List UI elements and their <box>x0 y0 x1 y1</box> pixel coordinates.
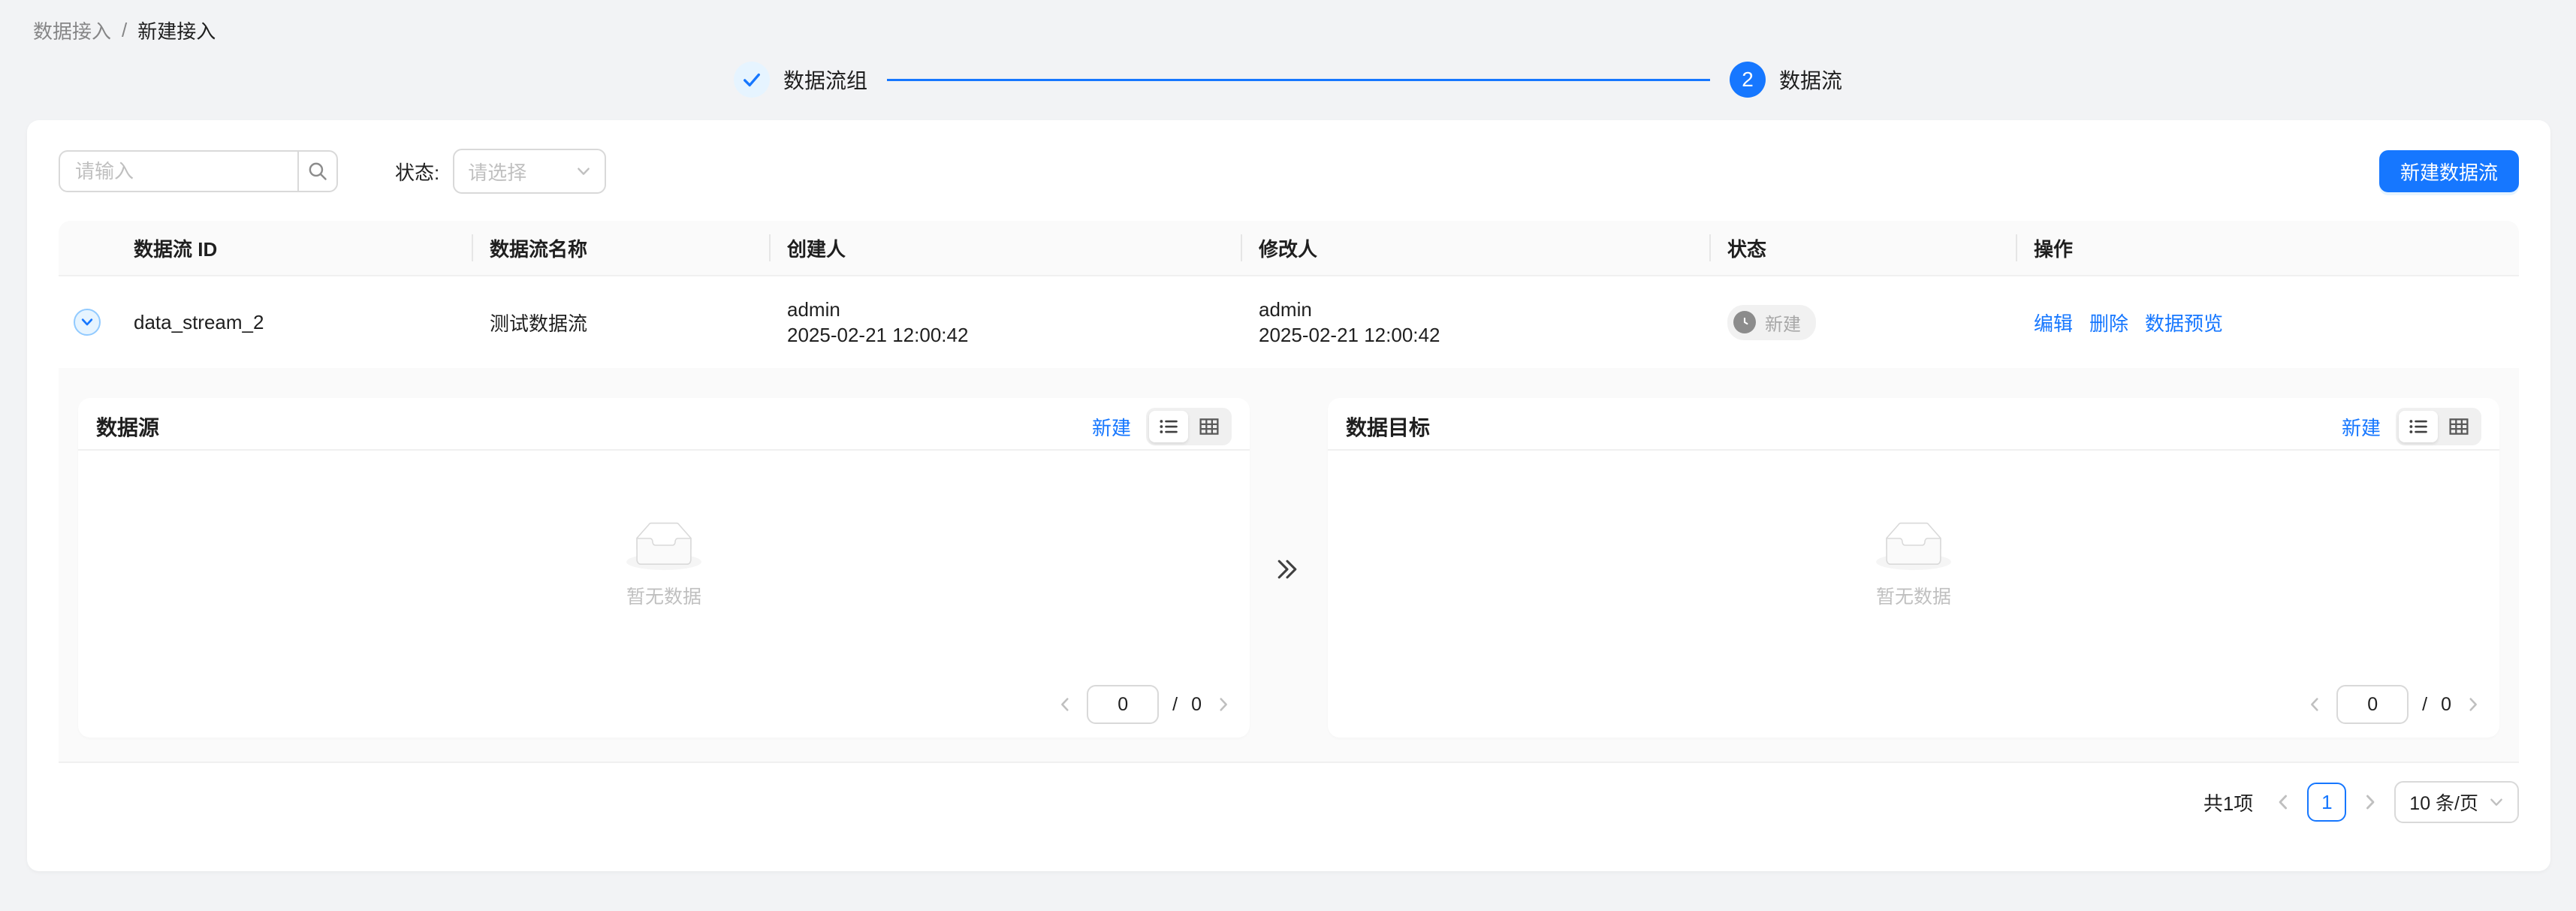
pagination-prev-button[interactable] <box>2274 793 2292 811</box>
step-label: 数据流 <box>1778 69 1842 92</box>
status-select-placeholder: 请选择 <box>468 161 527 184</box>
new-source-link[interactable]: 新建 <box>1092 413 1131 441</box>
chevron-down-icon <box>578 167 590 175</box>
table-row: data_stream_2 测试数据流 admin 2025-02-21 12:… <box>59 276 2519 368</box>
column-header-actions: 操作 <box>2016 234 2519 262</box>
search-input[interactable] <box>59 150 297 192</box>
creator-name: admin <box>787 298 840 321</box>
view-toggle <box>2396 408 2481 445</box>
edit-link[interactable]: 编辑 <box>2034 309 2073 336</box>
panel-title: 数据源 <box>96 416 160 439</box>
datastream-table: 数据流 ID 数据流名称 创建人 修改人 状态 操作 data_stream_2… <box>59 221 2519 763</box>
column-header-creator: 创建人 <box>769 234 1241 262</box>
page-separator: / <box>1172 693 1178 715</box>
grid-view-icon[interactable] <box>1190 411 1229 442</box>
page-total: 0 <box>2441 693 2451 715</box>
chevron-right-icon <box>1220 698 1227 711</box>
column-header-id: 数据流 ID <box>134 237 218 261</box>
step-dataflow[interactable]: 2 数据流 <box>1729 62 1842 98</box>
page-number-input[interactable] <box>2336 685 2409 724</box>
data-target-panel: 数据目标 新建 暂无数据 0 / 0 <box>1328 398 2499 738</box>
clock-icon <box>1733 311 1756 333</box>
check-icon <box>734 62 770 98</box>
prev-page-button[interactable] <box>1057 696 1073 713</box>
column-header-status: 状态 <box>1709 234 2016 262</box>
delete-link[interactable]: 删除 <box>2089 309 2128 336</box>
created-timestamp: 2025-02-21 12:00:42 <box>787 324 969 346</box>
page-separator: / <box>2422 693 2428 715</box>
main-card: 状态: 请选择 新建数据流 数据流 ID 数据流名称 创建人 修改人 状态 操作 <box>27 120 2550 871</box>
cell-stream-id: data_stream_2 <box>134 310 264 333</box>
chevron-down-icon <box>2490 798 2502 806</box>
step-label: 数据流组 <box>783 69 868 92</box>
target-pagination: / 0 <box>1328 680 2499 738</box>
breadcrumb-parent[interactable]: 数据接入 <box>33 17 111 44</box>
column-header-name: 数据流名称 <box>472 234 769 262</box>
steps-wizard: 数据流组 2 数据流 <box>734 62 1842 98</box>
status-select[interactable]: 请选择 <box>453 149 607 194</box>
status-badge: 新建 <box>1727 304 1816 340</box>
modifier-name: admin <box>1259 298 1312 321</box>
step-connector-line <box>887 78 1710 81</box>
search-group <box>59 150 338 192</box>
grid-view-icon[interactable] <box>2439 411 2478 442</box>
data-preview-link[interactable]: 数据预览 <box>2145 309 2223 336</box>
data-source-panel: 数据源 新建 暂无数据 0 / 0 <box>78 398 1250 738</box>
source-empty-state: 暂无数据 <box>78 451 1250 680</box>
table-header-row: 数据流 ID 数据流名称 创建人 修改人 状态 操作 <box>59 221 2519 276</box>
column-header-modifier: 修改人 <box>1241 234 1709 262</box>
next-page-button[interactable] <box>2465 696 2481 713</box>
double-chevron-right-icon <box>1269 551 1305 587</box>
empty-text: 暂无数据 <box>1875 587 1951 608</box>
list-view-icon[interactable] <box>1149 411 1188 442</box>
chevron-left-icon <box>1061 698 1069 711</box>
expanded-row-area: 数据源 新建 暂无数据 0 / 0 数据目标 新建 暂无数据 0 / 0 <box>59 368 2519 763</box>
pagination-next-button[interactable] <box>2361 793 2379 811</box>
view-toggle <box>1146 408 1232 445</box>
search-button[interactable] <box>297 150 338 192</box>
chevron-right-icon <box>2469 698 2477 711</box>
breadcrumb-separator: / <box>122 19 128 41</box>
step-dataflow-group[interactable]: 数据流组 <box>734 62 867 98</box>
step-number-badge: 2 <box>1729 62 1766 98</box>
list-view-icon[interactable] <box>2399 411 2438 442</box>
chevron-down-icon <box>81 318 93 326</box>
page-size-value: 10 条/页 <box>2409 793 2478 814</box>
toolbar: 状态: 请选择 新建数据流 <box>59 149 2519 194</box>
modified-timestamp: 2025-02-21 12:00:42 <box>1259 324 1440 346</box>
pagination-total: 共1项 <box>2203 792 2254 815</box>
page-number-input[interactable] <box>1087 685 1160 724</box>
cell-actions: 编辑 删除 数据预览 <box>2016 309 2519 336</box>
panel-title: 数据目标 <box>1346 416 1431 439</box>
source-pagination: / 0 <box>78 680 1250 738</box>
status-badge-label: 新建 <box>1765 314 1801 335</box>
pagination-page-1[interactable]: 1 <box>2307 783 2347 822</box>
cell-creator: admin 2025-02-21 12:00:42 <box>769 297 1241 348</box>
empty-text: 暂无数据 <box>626 587 701 608</box>
cell-stream-name: 测试数据流 <box>490 312 588 335</box>
empty-box-icon <box>626 522 701 570</box>
page: 数据接入 / 新建接入 数据流组 2 数据流 状态: <box>0 0 2576 911</box>
status-filter-label: 状态: <box>395 161 440 184</box>
search-icon <box>309 162 327 180</box>
cell-status: 新建 <box>1709 304 2016 340</box>
breadcrumb-current: 新建接入 <box>137 20 216 43</box>
new-target-link[interactable]: 新建 <box>2342 413 2381 441</box>
collapse-row-button[interactable] <box>74 309 101 336</box>
new-datastream-button[interactable]: 新建数据流 <box>2378 150 2519 192</box>
empty-box-icon <box>1876 522 1951 570</box>
target-empty-state: 暂无数据 <box>1328 451 2499 680</box>
page-total: 0 <box>1191 693 1202 715</box>
next-page-button[interactable] <box>1215 696 1232 713</box>
chevron-left-icon <box>2311 698 2318 711</box>
cell-modifier: admin 2025-02-21 12:00:42 <box>1241 297 1709 348</box>
chevron-left-icon <box>2279 795 2288 810</box>
breadcrumb: 数据接入 / 新建接入 <box>33 17 216 44</box>
chevron-right-icon <box>2366 795 2375 810</box>
table-pagination: 共1项 1 10 条/页 <box>2203 781 2519 823</box>
prev-page-button[interactable] <box>2306 696 2323 713</box>
page-size-select[interactable]: 10 条/页 <box>2394 781 2519 823</box>
